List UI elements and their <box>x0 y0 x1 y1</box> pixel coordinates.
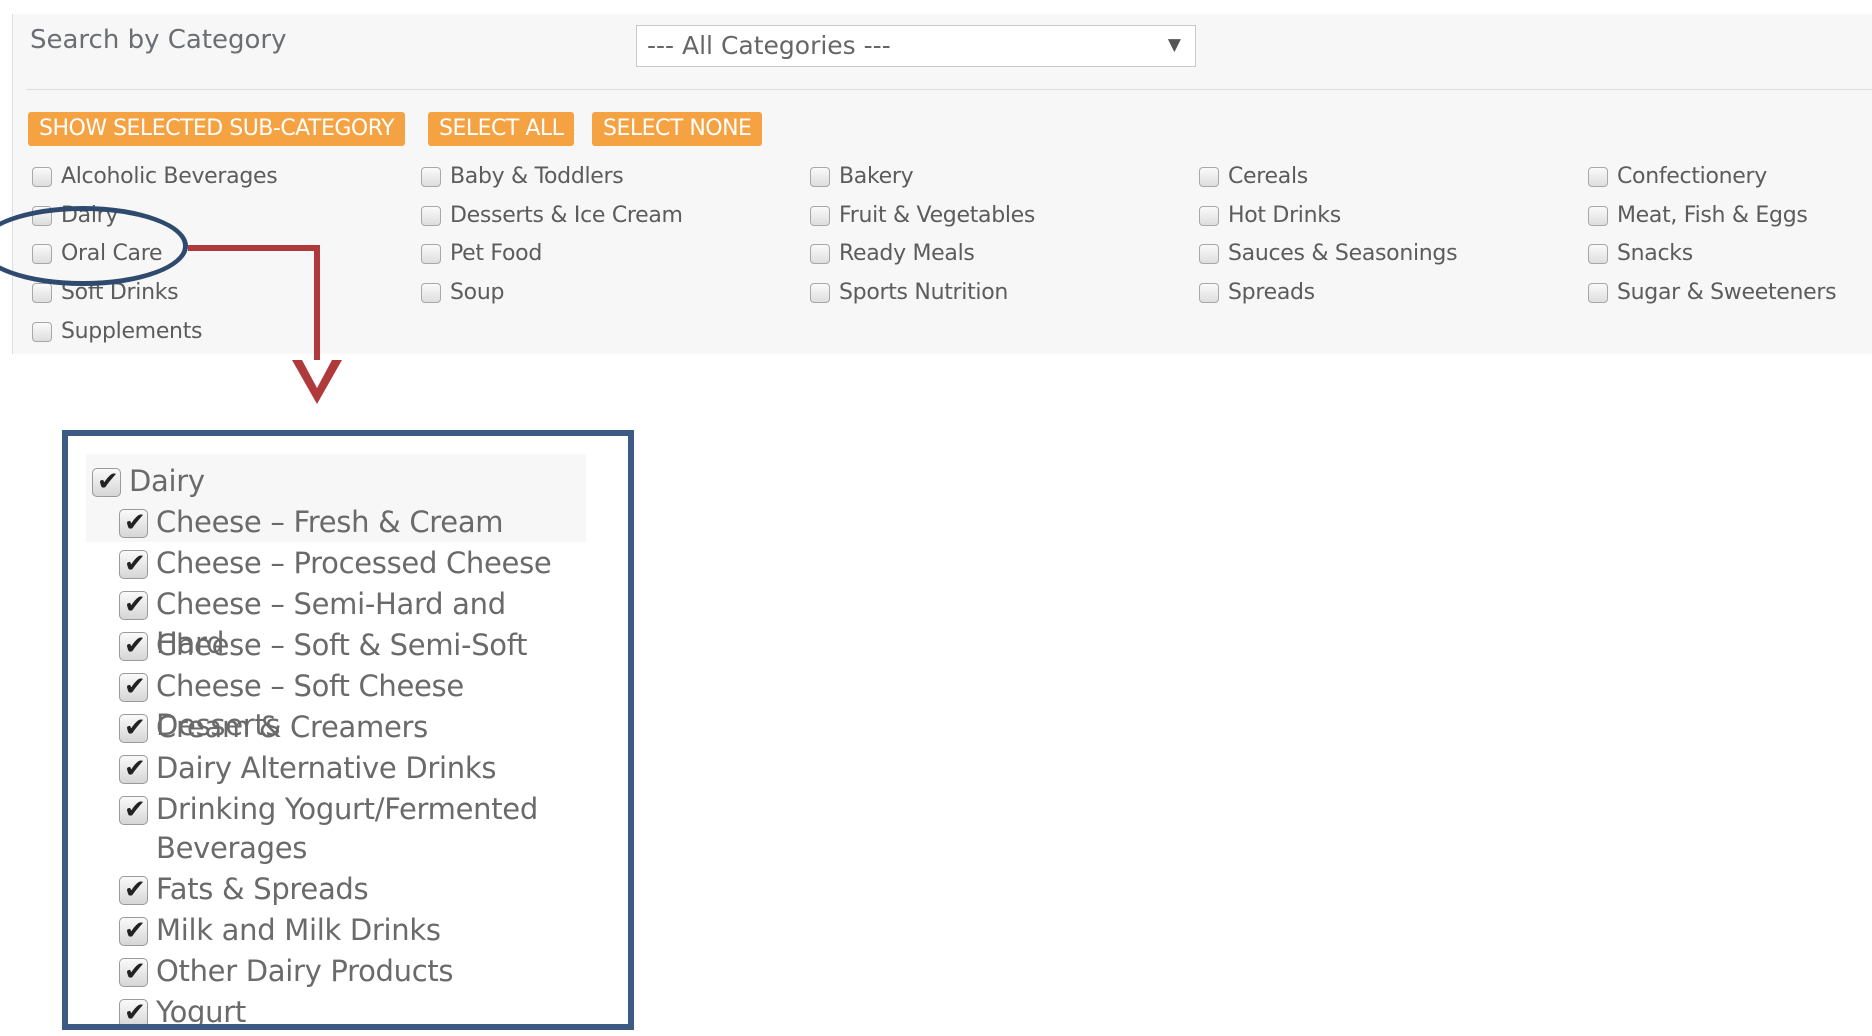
category-checkbox[interactable]: Sauces & Seasonings <box>1199 241 1458 266</box>
checkbox[interactable] <box>421 243 441 264</box>
category-checkbox[interactable]: Snacks <box>1588 241 1693 266</box>
checkmark-icon[interactable] <box>119 504 148 543</box>
checkmark-icon[interactable] <box>119 871 148 910</box>
subcategory-label: Yogurt <box>156 995 246 1029</box>
category-label: Desserts & Ice Cream <box>450 203 683 228</box>
subcategory-checkbox[interactable]: Cheese – Processed Cheese <box>119 544 552 584</box>
category-label: Soup <box>450 280 505 305</box>
subcategory-checkbox[interactable]: Milk and Milk Drinks <box>119 911 441 951</box>
callout-arrow <box>188 245 342 404</box>
checkmark-icon[interactable] <box>119 750 148 789</box>
checkmark-icon[interactable] <box>119 668 148 707</box>
dairy-subcategory-zoom: Dairy Cheese – Fresh & Cream Cheese – Pr… <box>62 430 634 1030</box>
checkbox[interactable] <box>1588 243 1608 264</box>
checkmark-icon[interactable] <box>119 953 148 992</box>
checkmark-icon[interactable] <box>119 912 148 951</box>
subcategory-checkbox[interactable]: Dairy Alternative Drinks <box>119 749 497 789</box>
subcategory-label: Other Dairy Products <box>156 954 454 988</box>
subcategory-checkbox[interactable]: Fats & Spreads <box>119 870 369 910</box>
checkbox[interactable] <box>1199 205 1219 226</box>
checkmark-icon[interactable] <box>119 994 148 1024</box>
category-label: Confectionery <box>1617 164 1767 189</box>
category-label: Pet Food <box>450 241 542 266</box>
category-label: Sugar & Sweeteners <box>1617 280 1837 305</box>
dairy-parent-label: Dairy <box>129 464 205 498</box>
subcategory-checkbox[interactable]: Other Dairy Products <box>119 952 454 992</box>
checkbox[interactable] <box>421 282 441 303</box>
category-checkbox[interactable]: Fruit & Vegetables <box>810 203 1035 228</box>
subcategory-checkbox[interactable]: Cheese – Soft & Semi-Soft <box>119 626 528 666</box>
checkbox[interactable] <box>1588 166 1608 187</box>
subcategory-label: Fats & Spreads <box>156 872 369 906</box>
subcategory-checkbox[interactable]: Drinking Yogurt/Fermented Beverages <box>119 790 546 868</box>
category-checkbox[interactable]: Spreads <box>1199 280 1315 305</box>
checkbox[interactable] <box>421 166 441 187</box>
category-checkbox[interactable]: Sugar & Sweeteners <box>1588 280 1837 305</box>
checkmark-icon[interactable] <box>92 463 121 502</box>
select-all-button[interactable]: SELECT ALL <box>428 112 575 146</box>
checkbox[interactable] <box>1199 166 1219 187</box>
subcategory-label: Drinking Yogurt/Fermented Beverages <box>156 792 538 865</box>
category-label: Hot Drinks <box>1228 203 1341 228</box>
select-none-button[interactable]: SELECT NONE <box>592 112 763 146</box>
subcategory-checkbox[interactable]: Cheese – Fresh & Cream <box>119 503 504 543</box>
category-label: Cereals <box>1228 164 1308 189</box>
subcategory-label: Cheese – Fresh & Cream <box>156 505 504 539</box>
category-checkbox[interactable]: Hot Drinks <box>1199 203 1341 228</box>
category-select-value: --- All Categories --- <box>647 31 891 60</box>
subcategory-label: Cream & Creamers <box>156 710 428 744</box>
checkbox[interactable] <box>1588 205 1608 226</box>
category-checkbox[interactable]: Bakery <box>810 164 914 189</box>
subcategory-label: Cheese – Processed Cheese <box>156 546 552 580</box>
checkmark-icon[interactable] <box>119 627 148 666</box>
category-label: Sauces & Seasonings <box>1228 241 1458 266</box>
category-label: Snacks <box>1617 241 1693 266</box>
category-label: Sports Nutrition <box>839 280 1009 305</box>
subcategory-label: Cheese – Soft & Semi-Soft <box>156 628 528 662</box>
category-label: Bakery <box>839 164 914 189</box>
category-checkbox[interactable]: Pet Food <box>421 241 542 266</box>
subcategory-label: Dairy Alternative Drinks <box>156 751 497 785</box>
category-checkbox[interactable]: Soup <box>421 280 504 305</box>
category-checkbox[interactable]: Desserts & Ice Cream <box>421 203 683 228</box>
category-label: Fruit & Vegetables <box>839 203 1036 228</box>
subcategory-label: Milk and Milk Drinks <box>156 913 441 947</box>
category-checkbox[interactable]: Cereals <box>1199 164 1308 189</box>
checkbox[interactable] <box>1199 282 1219 303</box>
category-label: Ready Meals <box>839 241 975 266</box>
chevron-down-icon: ▼ <box>1167 35 1181 55</box>
checkmark-icon[interactable] <box>119 545 148 584</box>
category-label: Meat, Fish & Eggs <box>1617 203 1808 228</box>
category-checkbox[interactable]: Ready Meals <box>810 241 975 266</box>
subcategory-checkbox[interactable]: Cream & Creamers <box>119 708 428 748</box>
category-label: Baby & Toddlers <box>450 164 624 189</box>
category-checkbox[interactable]: Meat, Fish & Eggs <box>1588 203 1808 228</box>
checkbox[interactable] <box>1199 243 1219 264</box>
checkbox[interactable] <box>810 205 830 226</box>
checkbox[interactable] <box>810 243 830 264</box>
checkbox[interactable] <box>1588 282 1608 303</box>
category-checkbox[interactable]: Sports Nutrition <box>810 280 1008 305</box>
checkmark-icon[interactable] <box>119 709 148 748</box>
dairy-parent-checkbox[interactable]: Dairy <box>92 462 205 502</box>
category-checkbox[interactable]: Baby & Toddlers <box>421 164 624 189</box>
checkmark-icon[interactable] <box>119 586 148 625</box>
category-checkbox[interactable]: Confectionery <box>1588 164 1767 189</box>
checkbox[interactable] <box>421 205 441 226</box>
checkbox[interactable] <box>810 282 830 303</box>
category-label: Spreads <box>1228 280 1315 305</box>
checkmark-icon[interactable] <box>119 791 148 830</box>
checkbox[interactable] <box>810 166 830 187</box>
category-select[interactable]: --- All Categories --- ▼ <box>636 25 1196 67</box>
subcategory-checkbox[interactable]: Yogurt <box>119 993 246 1029</box>
